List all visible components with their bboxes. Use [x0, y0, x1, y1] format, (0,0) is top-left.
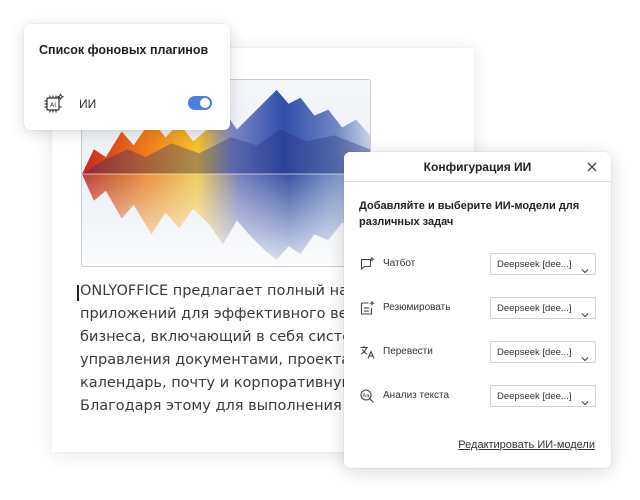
toggle-knob — [200, 98, 210, 108]
task-row-chatbot: Чатбот Deepseek [dee...] — [359, 253, 597, 275]
ai-chip-icon: AI — [43, 92, 65, 114]
dialog-title: Конфигурация ИИ — [423, 160, 532, 174]
chevron-down-icon — [581, 349, 589, 362]
plugins-panel-title: Список фоновых плагинов — [39, 43, 209, 57]
task-row-summarize: Резюмировать Deepseek [dee...] — [359, 297, 597, 319]
model-select-summarize[interactable]: Deepseek [dee...] — [490, 297, 596, 319]
model-select-value: Deepseek [dee...] — [497, 347, 572, 358]
task-row-text-analysis: Aa Анализ текста Deepseek [dee...] — [359, 385, 597, 407]
chevron-down-icon — [581, 393, 589, 406]
model-select-translate[interactable]: Deepseek [dee...] — [490, 341, 596, 363]
plugin-name-ai: ИИ — [79, 97, 97, 111]
task-label: Перевести — [383, 346, 433, 357]
close-icon[interactable] — [586, 160, 598, 172]
task-label: Резюмировать — [383, 302, 451, 313]
dialog-header: Конфигурация ИИ — [344, 152, 611, 182]
translate-icon — [359, 344, 375, 360]
task-label: Чатбот — [383, 258, 416, 269]
chevron-down-icon — [581, 305, 589, 318]
edit-ai-models-link[interactable]: Редактировать ИИ-модели — [458, 439, 595, 451]
svg-text:AI: AI — [50, 102, 56, 109]
ai-config-dialog: Конфигурация ИИ Добавляйте и выберите ИИ… — [344, 152, 611, 468]
model-select-value: Deepseek [dee...] — [497, 303, 572, 314]
task-label: Анализ текста — [383, 390, 450, 401]
background-plugins-panel: Список фоновых плагинов AI ИИ — [24, 24, 230, 130]
model-select-chatbot[interactable]: Deepseek [dee...] — [490, 253, 596, 275]
summarize-icon — [359, 300, 375, 316]
dialog-description: Добавляйте и выберите ИИ-модели для разл… — [359, 200, 580, 228]
model-select-value: Deepseek [dee...] — [497, 391, 572, 402]
svg-text:Aa: Aa — [362, 393, 369, 399]
ai-plugin-toggle[interactable] — [188, 96, 212, 110]
model-select-text-analysis[interactable]: Deepseek [dee...] — [490, 385, 596, 407]
text-cursor — [77, 285, 79, 301]
model-select-value: Deepseek [dee...] — [497, 259, 572, 270]
task-row-translate: Перевести Deepseek [dee...] — [359, 341, 597, 363]
chevron-down-icon — [581, 261, 589, 274]
chat-icon — [359, 256, 375, 272]
text-analysis-icon: Aa — [359, 388, 375, 404]
